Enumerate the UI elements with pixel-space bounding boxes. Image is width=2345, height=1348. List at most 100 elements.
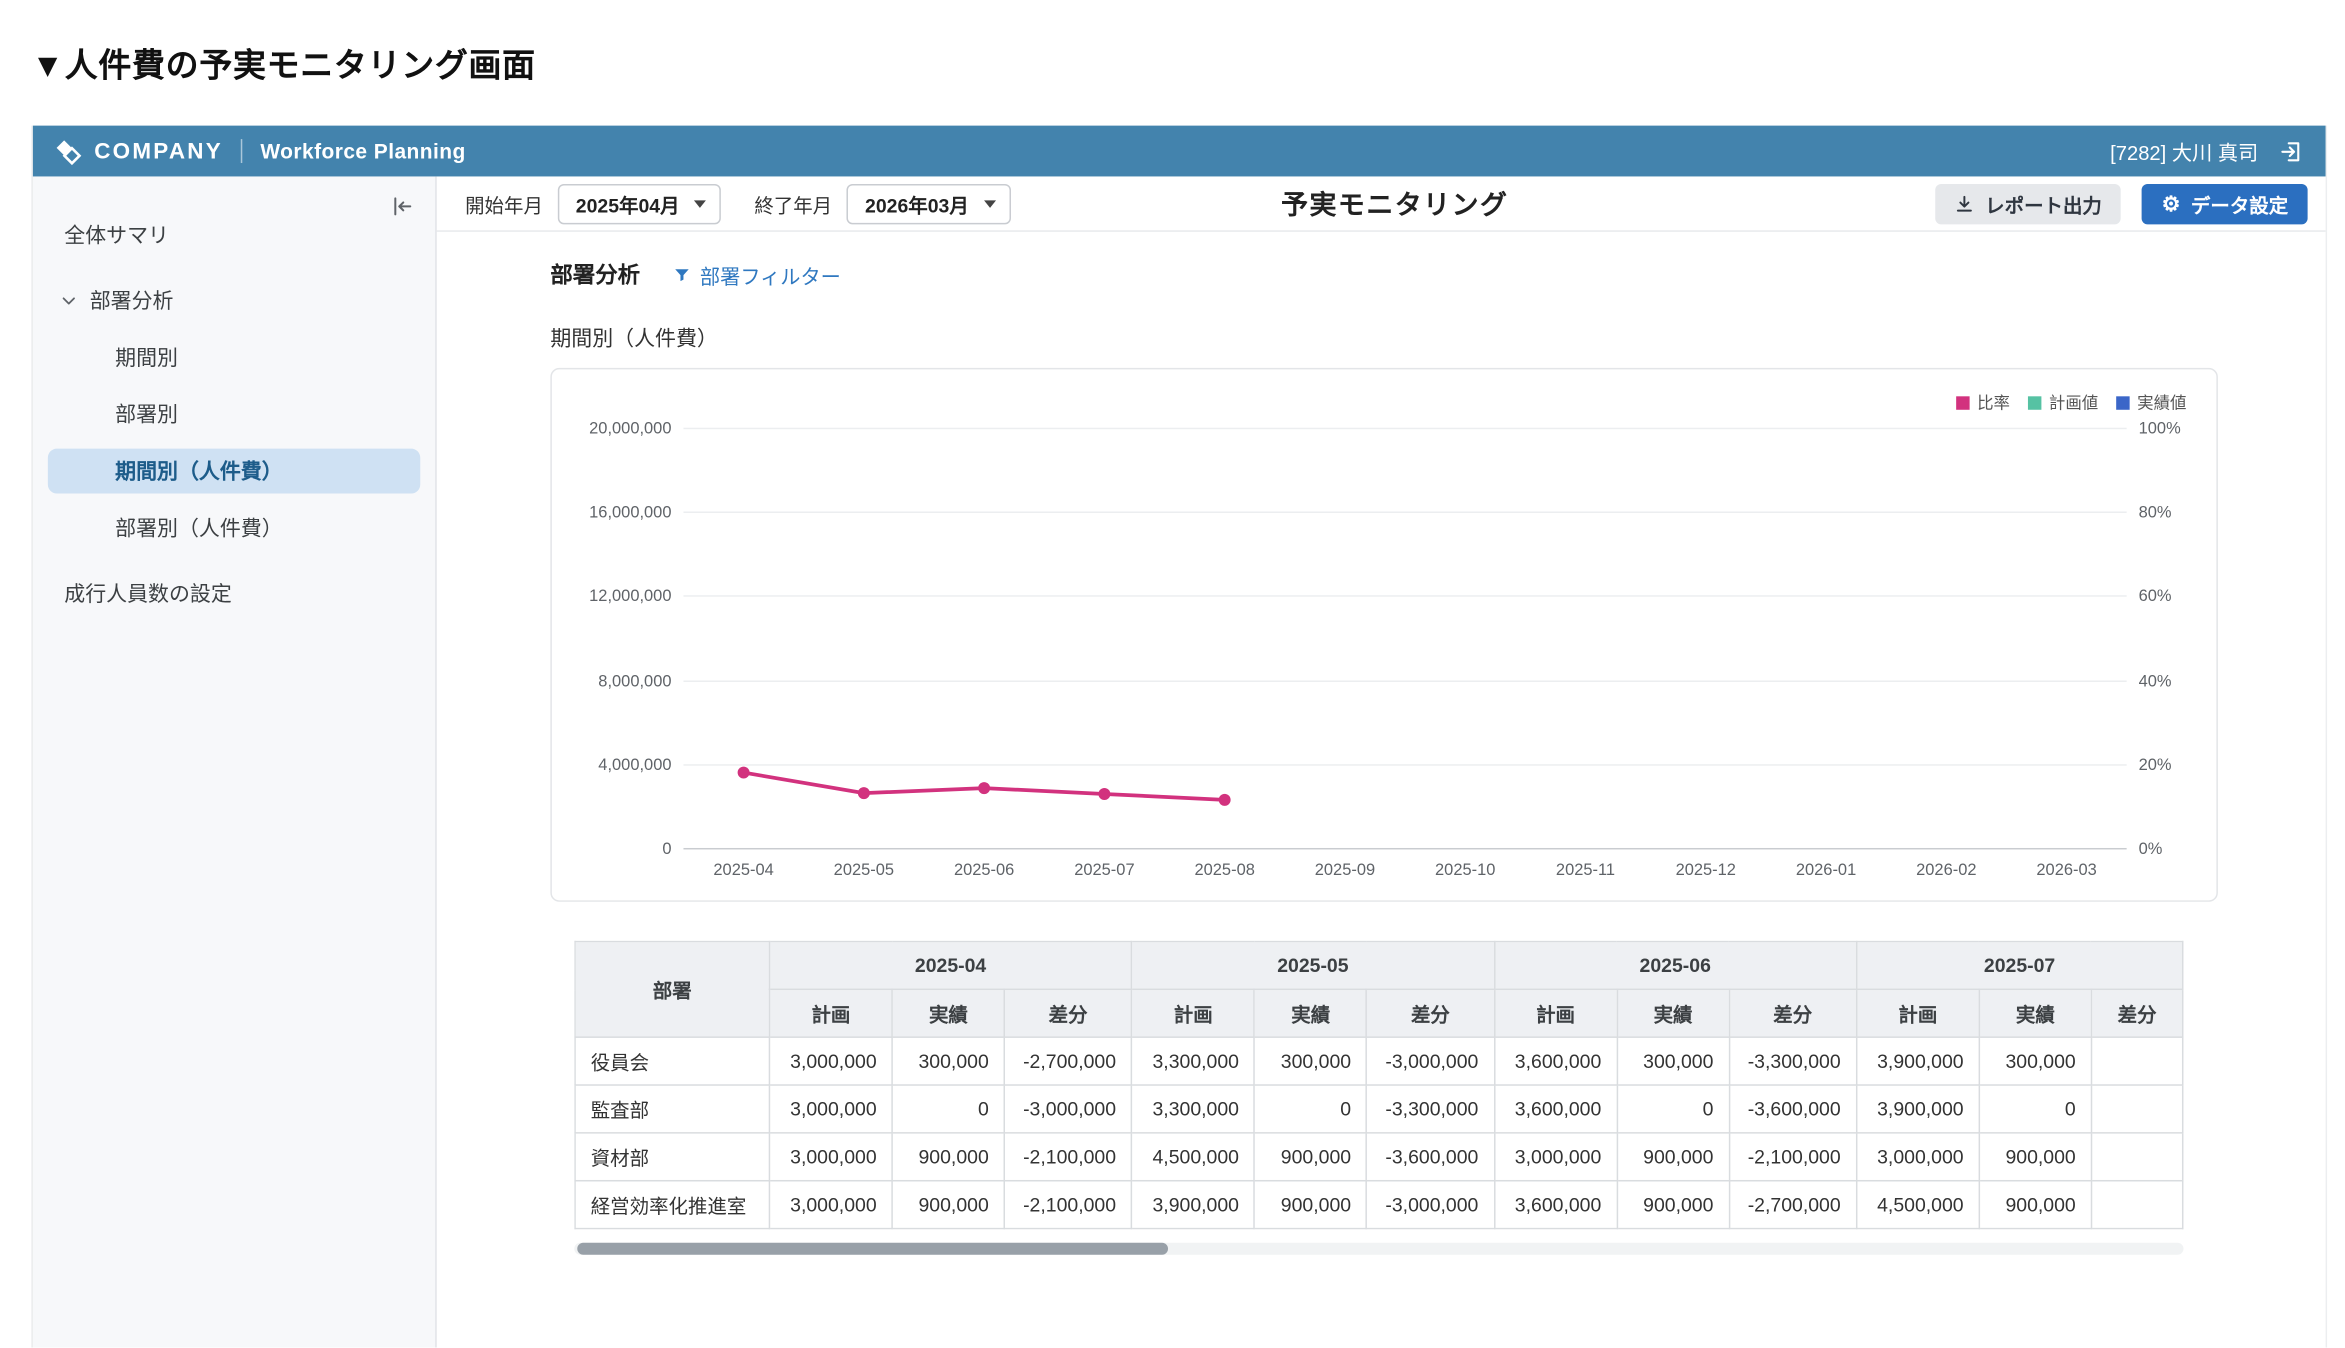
x-axis-label: 2025-08 — [1165, 861, 1285, 879]
chart-category — [1285, 429, 1405, 849]
value-cell: 4,500,000 — [1856, 1181, 1979, 1229]
x-axis-labels: 2025-042025-052025-062025-072025-082025-… — [683, 849, 2126, 879]
dept-month-table: 部署2025-042025-052025-062025-07計画実績差分計画実績… — [574, 941, 2183, 1230]
download-icon — [1955, 194, 1974, 213]
dept-filter-label: 部署フィルター — [700, 259, 841, 289]
table-row: 役員会3,000,000300,000-2,700,0003,300,00030… — [575, 1037, 2183, 1085]
chart-title: 期間別（人件費） — [550, 323, 2325, 353]
value-cell: 900,000 — [1255, 1133, 1367, 1181]
content-area: 部署分析 部署フィルター 期間別（人件費） 比率計画値実績値 — [437, 232, 2326, 1348]
sidebar-item-by-period-labor-cost[interactable]: 期間別（人件費） — [48, 449, 420, 494]
table-subheader: 実績 — [892, 989, 1004, 1037]
start-month-select[interactable]: 2025年04月 — [558, 183, 722, 223]
end-month-value: 2026年03月 — [865, 189, 969, 217]
value-cell: 300,000 — [892, 1037, 1004, 1085]
sidebar-item-by-dept[interactable]: 部署別 — [48, 392, 420, 437]
section-title: 部署分析 — [550, 259, 640, 290]
y-axis-left-tick: 8,000,000 — [598, 672, 671, 690]
screen-title: 予実モニタリング — [1281, 184, 1508, 223]
app-window: COMPANY Workforce Planning [7282] 大川 真司 — [31, 126, 2327, 1348]
value-cell: 0 — [1979, 1085, 2091, 1133]
value-cell: 900,000 — [1979, 1181, 2091, 1229]
sidebar-item-overall-summary[interactable]: 全体サマリ — [48, 212, 420, 257]
legend-swatch — [1956, 396, 1969, 409]
x-axis-label: 2025-11 — [1525, 861, 1645, 879]
table-header-month: 2025-04 — [769, 941, 1131, 989]
labor-cost-chart: 比率計画値実績値 04,000,0008,000,00012,000,00016… — [550, 368, 2218, 902]
value-cell — [2091, 1085, 2182, 1133]
value-cell: 900,000 — [1979, 1133, 2091, 1181]
toolbar: 開始年月 2025年04月 終了年月 2026年03月 予実モニタリング — [437, 176, 2326, 231]
y-axis-right-tick: 100% — [2139, 420, 2181, 438]
table-subheader: 差分 — [2091, 989, 2182, 1037]
value-cell: 3,000,000 — [769, 1181, 892, 1229]
page-title: ▼人件費の予実モニタリング画面 — [0, 0, 2345, 87]
table-subheader: 差分 — [1729, 989, 1856, 1037]
table-header-month: 2025-06 — [1494, 941, 1856, 989]
table-subheader: 実績 — [1979, 989, 2091, 1037]
end-month-select[interactable]: 2026年03月 — [847, 183, 1011, 223]
value-cell: -3,600,000 — [1729, 1085, 1856, 1133]
value-cell — [2091, 1181, 2182, 1229]
data-settings-button[interactable]: ⚙ データ設定 — [2142, 183, 2307, 223]
y-axis-left: 04,000,0008,000,00012,000,00016,000,0002… — [564, 429, 684, 849]
table-header-dept: 部署 — [575, 941, 769, 1037]
horizontal-scrollbar[interactable] — [574, 1243, 2183, 1255]
value-cell: 4,500,000 — [1132, 1133, 1255, 1181]
value-cell: -2,100,000 — [1004, 1133, 1131, 1181]
chart-legend: 比率計画値実績値 — [1956, 390, 2186, 414]
header-divider — [241, 139, 242, 163]
value-cell: 3,300,000 — [1132, 1085, 1255, 1133]
sidebar-item-by-period[interactable]: 期間別 — [48, 335, 420, 380]
legend-item[interactable]: 計画値 — [2028, 390, 2098, 414]
value-cell: 3,900,000 — [1856, 1037, 1979, 1085]
legend-item[interactable]: 実績値 — [2116, 390, 2186, 414]
value-cell: -3,600,000 — [1367, 1133, 1494, 1181]
x-axis-label: 2025-12 — [1646, 861, 1766, 879]
company-logo-icon — [54, 137, 82, 165]
table-subheader: 計画 — [1856, 989, 1979, 1037]
scrollbar-thumb[interactable] — [577, 1243, 1168, 1255]
chart-category — [1405, 429, 1525, 849]
value-cell: 300,000 — [1979, 1037, 2091, 1085]
chart-category — [1886, 429, 2006, 849]
y-axis-right-tick: 20% — [2139, 756, 2172, 774]
logout-icon[interactable] — [2279, 138, 2304, 163]
sidebar-item-headcount-settings[interactable]: 成行人員数の設定 — [48, 571, 420, 616]
app-header: COMPANY Workforce Planning [7282] 大川 真司 — [33, 126, 2326, 177]
chart-category — [924, 429, 1044, 849]
dept-name-cell: 経営効率化推進室 — [575, 1181, 769, 1229]
sidebar-item-dept-analysis[interactable]: 部署分析 — [48, 278, 420, 323]
table-subheader: 差分 — [1004, 989, 1131, 1037]
y-axis-right: 0%20%40%60%80%100% — [2127, 429, 2193, 849]
value-cell — [2091, 1037, 2182, 1085]
table-subheader: 差分 — [1367, 989, 1494, 1037]
value-cell: 3,600,000 — [1494, 1037, 1617, 1085]
x-axis-label: 2026-03 — [2006, 861, 2126, 879]
report-export-button[interactable]: レポート出力 — [1936, 183, 2121, 223]
legend-item[interactable]: 比率 — [1956, 390, 2010, 414]
dept-name-cell: 監査部 — [575, 1085, 769, 1133]
dept-filter-link[interactable]: 部署フィルター — [673, 259, 841, 289]
start-month-label: 開始年月 — [465, 189, 543, 217]
value-cell: 3,900,000 — [1132, 1181, 1255, 1229]
value-cell: 900,000 — [892, 1133, 1004, 1181]
chevron-down-icon — [984, 200, 996, 207]
sidebar-item-by-dept-labor-cost[interactable]: 部署別（人件費） — [48, 505, 420, 550]
chart-category — [2006, 429, 2126, 849]
sidebar-collapse-icon[interactable] — [390, 194, 414, 225]
chevron-down-icon — [60, 292, 78, 310]
value-cell: 3,300,000 — [1132, 1037, 1255, 1085]
value-cell: -3,000,000 — [1367, 1037, 1494, 1085]
sidebar: 全体サマリ 部署分析 期間別 部署別 期間別（人件費） 部署別（人件費） 成行人… — [33, 176, 437, 1347]
y-axis-left-tick: 20,000,000 — [589, 420, 671, 438]
value-cell: -3,000,000 — [1367, 1181, 1494, 1229]
y-axis-right-tick: 60% — [2139, 588, 2172, 606]
chart-category — [1165, 429, 1285, 849]
legend-swatch — [2028, 396, 2041, 409]
legend-swatch — [2116, 396, 2129, 409]
value-cell: -3,300,000 — [1729, 1037, 1856, 1085]
value-cell: 300,000 — [1617, 1037, 1729, 1085]
x-axis-label: 2026-02 — [1886, 861, 2006, 879]
x-axis-label: 2025-04 — [683, 861, 803, 879]
